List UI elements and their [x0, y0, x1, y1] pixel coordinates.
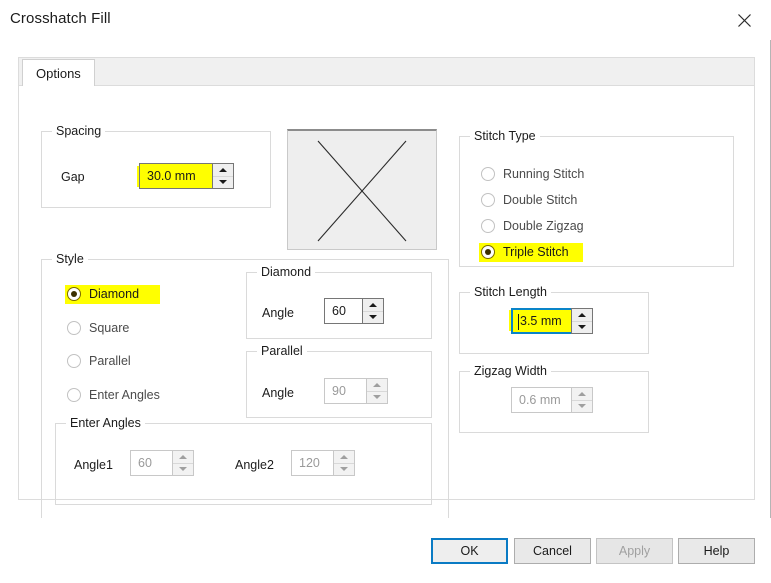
- cancel-button[interactable]: Cancel: [514, 538, 591, 564]
- radio-triple-stitch-label: Triple Stitch: [503, 245, 569, 259]
- diamond-angle-spin-buttons: [362, 298, 384, 324]
- stitch-length-input[interactable]: 3.5 mm: [511, 308, 571, 334]
- tab-control: Options Spacing Gap 30.0 mm Style Diamon…: [18, 57, 755, 521]
- parallel-angle-spin-buttons: [366, 378, 388, 404]
- angle1-spin-buttons: [172, 450, 194, 476]
- angle2-stepper: 120: [291, 450, 355, 476]
- zigzag-width-spin-up-icon: [572, 388, 592, 401]
- gap-spin-up-icon[interactable]: [213, 164, 233, 177]
- gap-spin-buttons: [212, 163, 234, 189]
- diamond-angle-stepper[interactable]: 60: [324, 298, 384, 324]
- angle2-spin-down-icon: [334, 464, 354, 476]
- radio-square-label: Square: [89, 321, 130, 335]
- stitch-length-spin-up-icon[interactable]: [572, 309, 592, 322]
- radio-parallel-icon: [67, 354, 81, 368]
- dialog-footer: OK Cancel Apply Help: [0, 518, 771, 583]
- angle1-stepper: 60: [130, 450, 194, 476]
- gap-input[interactable]: 30.0 mm: [139, 163, 212, 189]
- close-icon[interactable]: [731, 8, 757, 32]
- radio-double-zigzag-icon: [481, 219, 495, 233]
- radio-style-square[interactable]: Square: [67, 318, 129, 338]
- apply-button: Apply: [596, 538, 673, 564]
- window-title: Crosshatch Fill: [10, 10, 111, 27]
- zigzag-width-spin-buttons: [571, 387, 593, 413]
- zigzag-width-spin-down-icon: [572, 401, 592, 413]
- gap-spin-down-icon[interactable]: [213, 177, 233, 189]
- gap-stepper[interactable]: 30.0 mm: [139, 163, 234, 189]
- stitch-length-group-label: Stitch Length: [470, 285, 551, 299]
- angle1-label: Angle1: [74, 458, 113, 472]
- angle1-spin-down-icon: [173, 464, 193, 476]
- crosshatch-fill-dialog: Crosshatch Fill Options Spacing Gap 30.0…: [0, 0, 771, 583]
- radio-stitch-double-zigzag[interactable]: Double Zigzag: [481, 216, 584, 236]
- radio-double-stitch-label: Double Stitch: [503, 193, 578, 207]
- angle2-spin-up-icon: [334, 451, 354, 464]
- tab-panel-options: Spacing Gap 30.0 mm Style Diamond Square…: [18, 85, 755, 521]
- crosshatch-preview: [287, 129, 437, 250]
- title-bar: Crosshatch Fill: [0, 0, 771, 40]
- angle2-spin-buttons: [333, 450, 355, 476]
- zigzag-width-input: 0.6 mm: [511, 387, 571, 413]
- angle1-input: 60: [130, 450, 172, 476]
- parallel-group-label: Parallel: [257, 344, 307, 358]
- diamond-group-label: Diamond: [257, 265, 316, 279]
- radio-stitch-running[interactable]: Running Stitch: [481, 164, 584, 184]
- radio-stitch-double[interactable]: Double Stitch: [481, 190, 577, 210]
- diamond-angle-spin-down-icon[interactable]: [363, 312, 383, 324]
- stitch-type-group-label: Stitch Type: [470, 129, 540, 143]
- parallel-angle-spin-up-icon: [367, 379, 387, 392]
- spacing-group-label: Spacing: [52, 124, 106, 138]
- radio-square-icon: [67, 321, 81, 335]
- stitch-length-spin-down-icon[interactable]: [572, 322, 592, 334]
- parallel-angle-input: 90: [324, 378, 366, 404]
- radio-enter-angles-icon: [67, 388, 81, 402]
- angle2-label: Angle2: [235, 458, 274, 472]
- gap-label: Gap: [61, 170, 85, 184]
- enter-angles-group-label: Enter Angles: [66, 416, 145, 430]
- radio-triple-stitch-icon: [481, 245, 495, 259]
- style-group-label: Style: [52, 252, 88, 266]
- text-caret: [518, 314, 519, 330]
- radio-style-parallel[interactable]: Parallel: [67, 351, 131, 371]
- diamond-angle-spin-up-icon[interactable]: [363, 299, 383, 312]
- radio-double-stitch-icon: [481, 193, 495, 207]
- radio-double-zigzag-label: Double Zigzag: [503, 219, 584, 233]
- zigzag-width-stepper: 0.6 mm: [511, 387, 593, 413]
- parallel-angle-label: Angle: [262, 386, 294, 400]
- radio-running-stitch-label: Running Stitch: [503, 167, 585, 181]
- radio-style-diamond[interactable]: Diamond: [67, 284, 139, 304]
- radio-parallel-label: Parallel: [89, 354, 131, 368]
- help-button[interactable]: Help: [678, 538, 755, 564]
- diamond-angle-label: Angle: [262, 306, 294, 320]
- radio-style-enter-angles[interactable]: Enter Angles: [67, 385, 160, 405]
- radio-diamond-label: Diamond: [89, 287, 140, 301]
- stitch-length-stepper[interactable]: 3.5 mm: [511, 308, 593, 334]
- stitch-length-spin-buttons: [571, 308, 593, 334]
- radio-running-stitch-icon: [481, 167, 495, 181]
- radio-stitch-triple[interactable]: Triple Stitch: [481, 242, 569, 262]
- angle2-input: 120: [291, 450, 333, 476]
- tab-strip: [18, 57, 755, 85]
- tab-options[interactable]: Options: [22, 59, 95, 86]
- radio-diamond-icon: [67, 287, 81, 301]
- radio-enter-angles-label: Enter Angles: [89, 388, 160, 402]
- diamond-angle-input[interactable]: 60: [324, 298, 362, 324]
- zigzag-width-group-label: Zigzag Width: [470, 364, 551, 378]
- parallel-angle-spin-down-icon: [367, 392, 387, 404]
- parallel-angle-stepper: 90: [324, 378, 388, 404]
- ok-button[interactable]: OK: [431, 538, 508, 564]
- angle1-spin-up-icon: [173, 451, 193, 464]
